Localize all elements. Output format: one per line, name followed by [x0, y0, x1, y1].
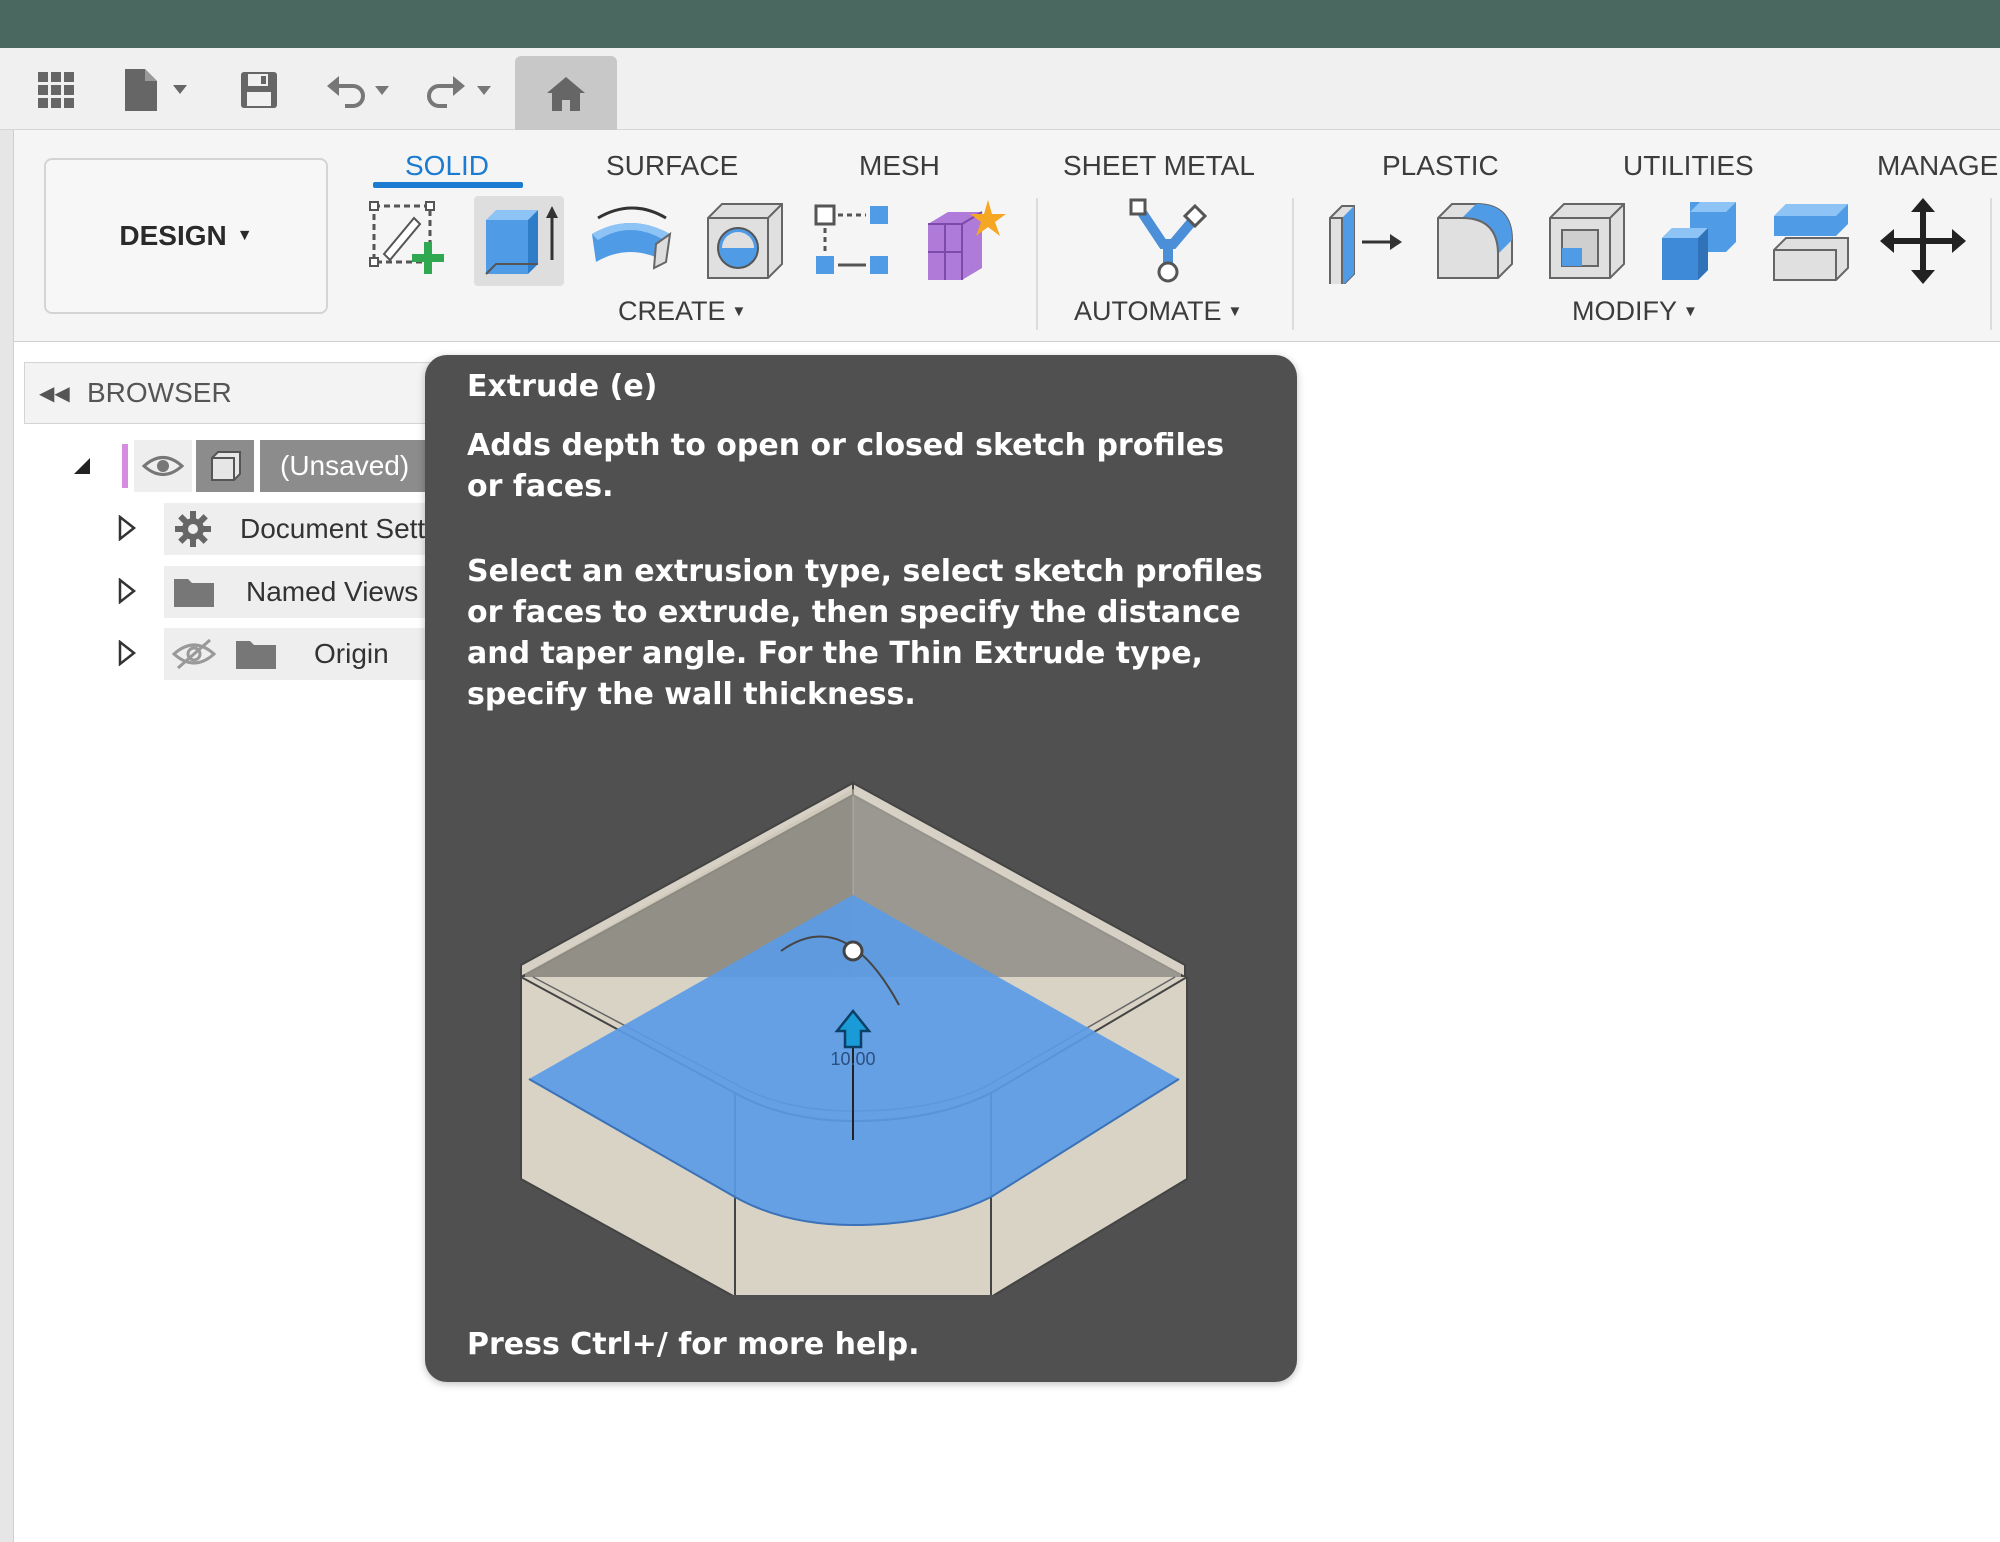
- component-icon-box: [196, 440, 254, 492]
- left-panel-edge: [0, 130, 14, 1542]
- browser-header: ◀◀ BROWSER: [24, 362, 464, 424]
- offset-face-button[interactable]: [1766, 196, 1856, 286]
- folder-icon: [174, 579, 214, 607]
- browser-title: BROWSER: [87, 377, 232, 408]
- component-icon: [211, 451, 241, 481]
- chevron-down-icon: ▼: [1683, 303, 1698, 320]
- origin-node[interactable]: Origin: [164, 628, 440, 680]
- shell-button[interactable]: [1542, 196, 1632, 286]
- document-settings-node[interactable]: Document Sett: [164, 503, 440, 555]
- combine-button[interactable]: [1654, 196, 1744, 286]
- workspace-label: DESIGN: [119, 220, 227, 251]
- eye-hidden-icon[interactable]: [172, 638, 216, 670]
- tooltip-title: Extrude (e): [467, 369, 658, 404]
- shell-icon: [1549, 203, 1625, 279]
- form-icon: [928, 200, 1006, 280]
- modify-group-dropdown[interactable]: MODIFY ▼: [1572, 296, 1698, 327]
- move-icon: [1880, 198, 1966, 284]
- save-icon[interactable]: [236, 64, 282, 116]
- undo-icon[interactable]: [322, 64, 394, 116]
- tab-plastic[interactable]: PLASTIC: [1382, 142, 1499, 190]
- ribbon-separator: [1990, 198, 1992, 330]
- data-panel-grid-icon[interactable]: [34, 64, 78, 116]
- fillet-button[interactable]: [1430, 196, 1520, 286]
- revolve-icon: [592, 206, 672, 270]
- toolbar-ribbon: DESIGN ▼ SOLID SURFACE MESH SHEET METAL …: [0, 130, 2000, 342]
- combine-icon: [1662, 202, 1736, 280]
- quick-access-toolbar: [0, 48, 2000, 132]
- tree-expand-icon[interactable]: [112, 638, 142, 668]
- folder-icon: [236, 641, 276, 669]
- tab-utilities[interactable]: UTILITIES: [1623, 142, 1754, 190]
- tree-expand-icon[interactable]: [112, 576, 142, 606]
- home-tab[interactable]: [515, 56, 617, 132]
- dimension-value: 10.00: [830, 1049, 875, 1069]
- create-sketch-icon: [369, 201, 444, 274]
- root-node-label-box[interactable]: (Unsaved): [260, 440, 440, 492]
- window-title-bar: [0, 0, 2000, 48]
- automate-group-label: AUTOMATE: [1074, 296, 1222, 326]
- offset-face-icon: [1773, 204, 1849, 281]
- document-settings-label: Document Sett: [240, 513, 426, 544]
- browser-root-row[interactable]: (Unsaved): [0, 440, 440, 492]
- modify-group-label: MODIFY: [1572, 296, 1677, 326]
- hole-icon: [707, 203, 783, 279]
- pattern-button[interactable]: [808, 196, 898, 286]
- chevron-down-icon: ▼: [236, 227, 253, 244]
- hole-button[interactable]: [700, 196, 790, 286]
- chevron-down-icon: ▼: [1227, 303, 1243, 320]
- fillet-icon: [1437, 203, 1513, 279]
- tooltip-description: Adds depth to open or closed sketch prof…: [467, 428, 1225, 504]
- ribbon-separator: [1292, 198, 1294, 330]
- tab-surface[interactable]: SURFACE: [606, 142, 738, 190]
- browser-item-document-settings[interactable]: Document Sett: [0, 503, 440, 555]
- tooltip-detail: Select an extrusion type, select sketch …: [467, 554, 1263, 712]
- create-sketch-button[interactable]: [364, 196, 454, 286]
- tree-collapse-icon[interactable]: [66, 450, 96, 480]
- press-pull-button[interactable]: [1318, 196, 1408, 286]
- browser-item-named-views[interactable]: Named Views: [0, 566, 440, 618]
- named-views-node[interactable]: Named Views: [164, 566, 440, 618]
- named-views-label: Named Views: [246, 576, 419, 607]
- visibility-toggle[interactable]: [134, 440, 192, 492]
- extrude-illustration: 10.00: [520, 781, 1188, 1295]
- origin-label: Origin: [314, 638, 389, 669]
- extrude-button[interactable]: [474, 196, 564, 286]
- tooltip-footer: Press Ctrl+/ for more help.: [467, 1327, 920, 1362]
- create-group-dropdown[interactable]: CREATE ▼: [618, 296, 746, 327]
- eye-icon: [142, 456, 184, 476]
- collapse-browser-icon[interactable]: ◀◀: [39, 381, 79, 406]
- browser-item-origin[interactable]: Origin: [0, 628, 440, 680]
- file-menu-icon[interactable]: [120, 64, 192, 116]
- tab-mesh[interactable]: MESH: [859, 142, 940, 190]
- workspace-switcher[interactable]: DESIGN ▼: [44, 158, 328, 314]
- extrude-tooltip: Extrude (e) Adds depth to open or closed…: [425, 355, 1297, 1382]
- tab-manage[interactable]: MANAGE: [1877, 142, 1998, 190]
- redo-icon[interactable]: [424, 64, 496, 116]
- active-component-marker: [122, 444, 128, 488]
- tree-expand-icon[interactable]: [112, 513, 142, 543]
- fusion-window: { "workspace": { "label": "DESIGN" }, "t…: [0, 0, 2000, 1542]
- automate-icon: [1129, 198, 1208, 283]
- chevron-down-icon: ▼: [731, 303, 747, 320]
- revolve-button[interactable]: [586, 196, 676, 286]
- automate-group-dropdown[interactable]: AUTOMATE ▼: [1074, 296, 1242, 327]
- extrude-icon: [485, 206, 558, 275]
- tab-sheet-metal[interactable]: SHEET METAL: [1063, 142, 1255, 190]
- ribbon-separator: [1036, 198, 1038, 330]
- home-icon: [547, 77, 585, 111]
- create-form-button[interactable]: [920, 196, 1010, 286]
- move-copy-button[interactable]: [1878, 196, 1968, 286]
- root-component-label: (Unsaved): [280, 450, 410, 481]
- active-tab-indicator: [373, 182, 523, 188]
- pattern-icon: [814, 204, 888, 274]
- automate-button[interactable]: [1118, 196, 1218, 286]
- gear-icon: [175, 511, 211, 547]
- create-group-label: CREATE: [618, 296, 726, 326]
- press-pull-icon: [1329, 205, 1402, 284]
